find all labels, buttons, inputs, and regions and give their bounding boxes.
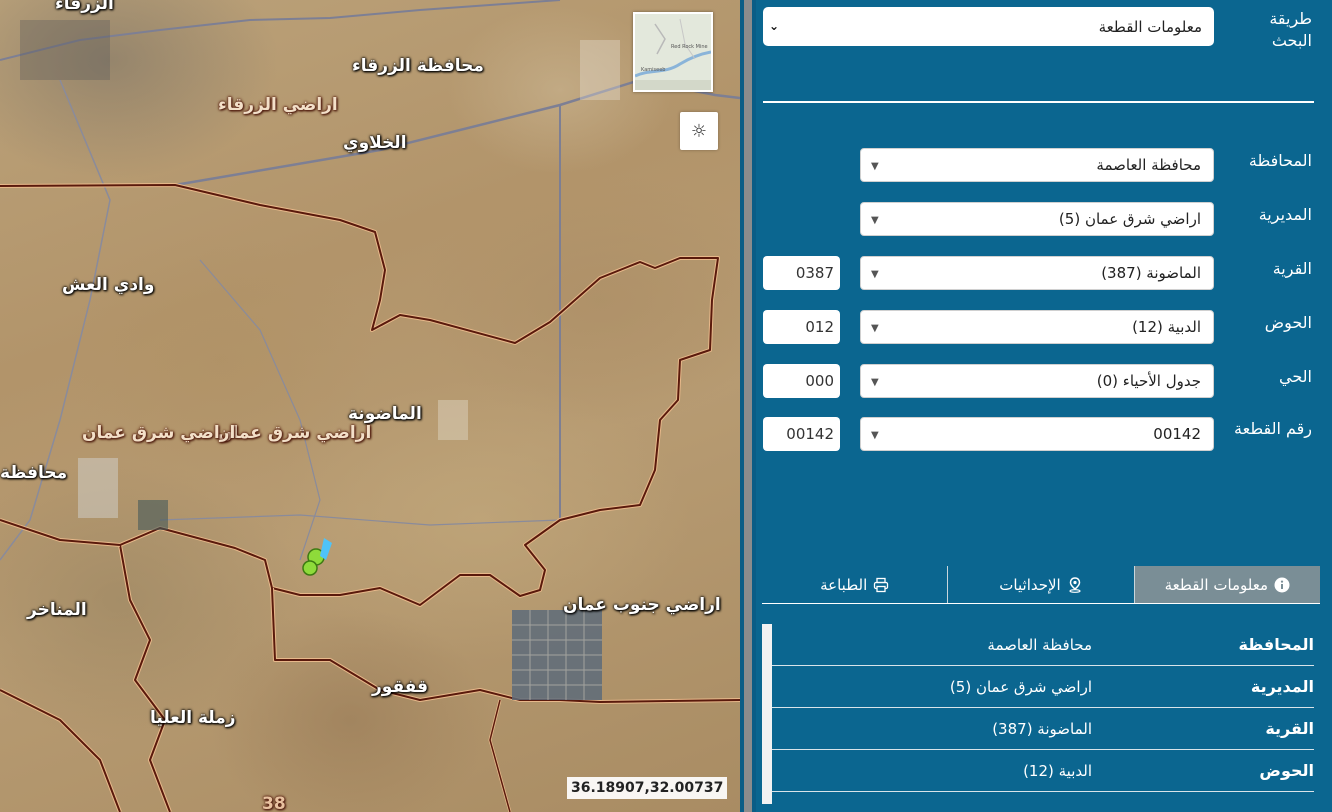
info-key: المحافظة	[1238, 635, 1314, 654]
table-row: القرية الماضونة (387)	[768, 708, 1314, 750]
caret-down-icon: ▼	[871, 430, 879, 441]
map-label: زملة العليا	[150, 708, 236, 728]
parcel-info-table: المحافظة محافظة العاصمة المديرية اراضي ش…	[768, 624, 1314, 792]
parcel-number-label: رقم القطعة	[1234, 419, 1312, 438]
village-code-input[interactable]: 0387	[763, 256, 840, 290]
table-row: المديرية اراضي شرق عمان (5)	[768, 666, 1314, 708]
facility	[78, 458, 118, 518]
map-label: اراضي جنوب عمان	[563, 595, 721, 615]
admin-line	[159, 514, 561, 526]
map-pin-icon	[1067, 576, 1083, 593]
district-boundary	[0, 688, 122, 812]
map-label: محافظة	[0, 463, 68, 483]
map-label: المناخر	[27, 600, 87, 620]
chevron-down-icon: ⌄	[769, 19, 780, 33]
tab-label: الطباعة	[820, 575, 868, 594]
map-label: وادي العش	[62, 275, 155, 295]
info-value: اراضي شرق عمان (5)	[949, 677, 1092, 696]
sun-icon: ☼	[690, 120, 708, 142]
info-value: الماضونة (387)	[992, 719, 1092, 738]
governorate-select[interactable]: محافظة العاصمة ▼	[860, 148, 1214, 182]
directorate-value: اراضي شرق عمان (5)	[1058, 210, 1201, 228]
info-value: محافظة العاصمة	[987, 635, 1092, 654]
village-label: القرية	[1272, 259, 1312, 278]
map-label: الخلاوي	[343, 133, 407, 153]
caret-down-icon: ▼	[871, 323, 879, 334]
neighborhood-code-input[interactable]: 000	[763, 364, 840, 398]
tab-coordinates[interactable]: الإحداثيات	[948, 566, 1135, 603]
facility	[438, 400, 468, 440]
printer-icon	[873, 577, 889, 593]
caret-down-icon: ▼	[871, 215, 879, 226]
search-method-label: طريقة البحث	[1269, 9, 1312, 50]
basin-select[interactable]: الدبية (12) ▼	[860, 310, 1214, 344]
map-label: الماضونة	[348, 404, 422, 424]
map-label: اراضي شرق عمان	[218, 423, 372, 443]
basin-code-input[interactable]: 012	[763, 310, 840, 344]
urban-area	[20, 20, 110, 80]
basin-value: الدبية (12)	[1132, 318, 1201, 336]
table-row: الحوض الدبية (12)	[768, 750, 1314, 792]
coordinates-readout: 36.18907,32.00737	[567, 777, 728, 799]
parcel-number-select[interactable]: 00142 ▼	[860, 417, 1214, 451]
minimap-label: Kamiseeb	[641, 67, 666, 73]
map-label: محافظة الزرقاء	[352, 56, 484, 76]
district-boundary	[0, 518, 121, 547]
caret-down-icon: ▼	[871, 269, 879, 280]
parcel-code-input[interactable]: 00142	[763, 417, 840, 451]
info-key: الحوض	[1259, 761, 1314, 780]
map-label: 38	[262, 794, 286, 812]
panel-splitter[interactable]	[740, 0, 756, 812]
map-label: الزرقاء	[55, 0, 114, 14]
overview-minimap[interactable]: Kamiseeb Red Rock Mine	[633, 12, 713, 92]
tab-parcel-info[interactable]: معلومات القطعة	[1134, 566, 1320, 603]
parcel-marker[interactable]	[302, 538, 332, 576]
map-label: اراضي الزرقاء	[218, 95, 338, 115]
minimap-label: Red Rock Mine	[671, 44, 708, 50]
minimap-graphic	[635, 14, 711, 90]
result-tabs: معلومات القطعة الإحداثيات الطباعة	[762, 566, 1320, 604]
info-icon	[1274, 577, 1290, 593]
info-value: الدبية (12)	[1023, 761, 1092, 780]
directorate-select[interactable]: اراضي شرق عمان (5) ▼	[860, 202, 1214, 236]
divider	[763, 101, 1314, 103]
map-label: قفقور	[372, 677, 429, 697]
village-select[interactable]: الماضونة (387) ▼	[860, 256, 1214, 290]
district-boundary	[488, 699, 512, 812]
tab-label: معلومات القطعة	[1164, 575, 1269, 594]
village-value: الماضونة (387)	[1101, 264, 1201, 282]
neighborhood-label: الحي	[1279, 367, 1312, 386]
basin-label: الحوض	[1264, 313, 1312, 332]
facility	[138, 500, 168, 530]
map-view[interactable]: الزرقاء محافظة الزرقاء اراضي الزرقاء الخ…	[0, 0, 740, 812]
tab-label: الإحداثيات	[999, 575, 1061, 594]
theme-toggle-button[interactable]: ☼	[680, 112, 718, 150]
info-scrollbar[interactable]	[762, 624, 772, 804]
info-key: المديرية	[1250, 677, 1314, 696]
info-key: القرية	[1265, 719, 1314, 738]
table-row: المحافظة محافظة العاصمة	[768, 624, 1314, 666]
splitter-handle[interactable]	[744, 0, 752, 812]
urban-area	[580, 40, 620, 100]
caret-down-icon: ▼	[871, 161, 879, 172]
district-boundary	[0, 689, 121, 812]
search-panel: طريقة البحث معلومات القطعة ⌄ المحافظة مح…	[756, 0, 1332, 812]
caret-down-icon: ▼	[871, 377, 879, 388]
directorate-label: المديرية	[1258, 205, 1312, 224]
tab-print[interactable]: الطباعة	[762, 566, 949, 603]
search-method-value: معلومات القطعة	[1098, 17, 1202, 36]
neighborhood-value: جدول الأحياء (0)	[1096, 372, 1201, 390]
governorate-label: المحافظة	[1248, 151, 1312, 170]
search-method-select[interactable]: معلومات القطعة ⌄	[763, 7, 1214, 46]
neighborhood-select[interactable]: جدول الأحياء (0) ▼	[860, 364, 1214, 398]
map-label: اراضي شرق عمان	[82, 423, 236, 443]
governorate-value: محافظة العاصمة	[1096, 156, 1201, 174]
parcel-number-value: 00142	[1153, 425, 1201, 443]
